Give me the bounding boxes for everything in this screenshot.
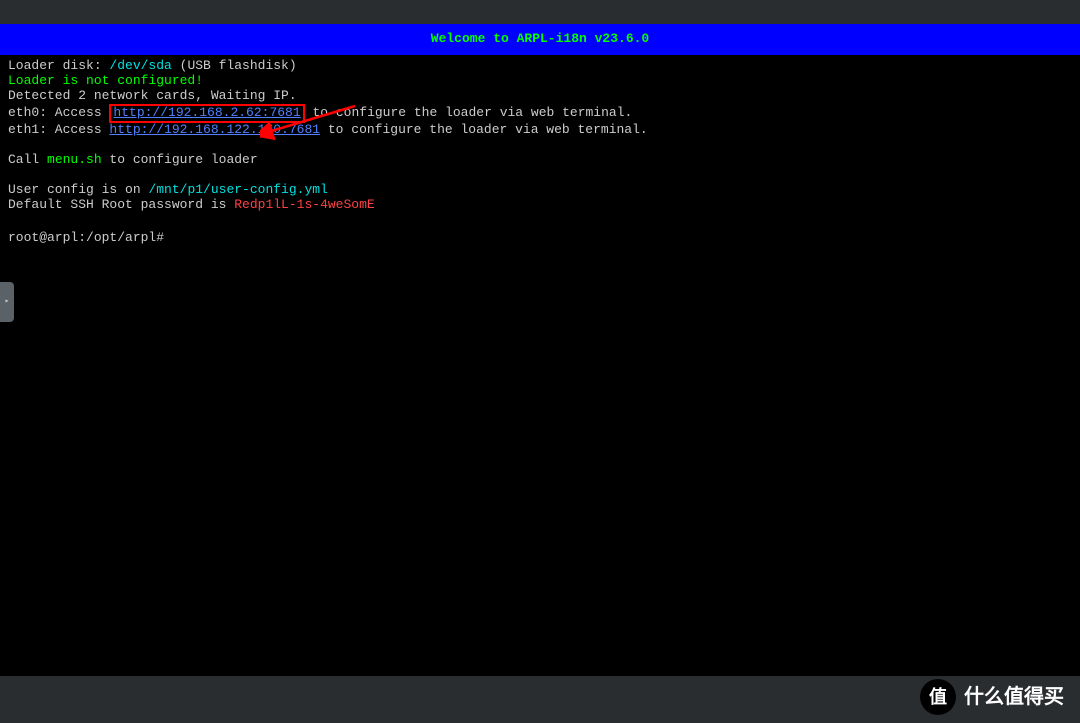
prompt-line[interactable]: root@arpl:/opt/arpl# (8, 228, 1072, 246)
config-path: /mnt/p1/user-config.yml (148, 182, 327, 197)
ssh-password: Redp1lL-1s-4weSomE (234, 197, 374, 212)
highlighted-url-box: http://192.168.2.62:7681 (109, 104, 304, 123)
cursor (172, 228, 179, 241)
eth0-url-link[interactable]: http://192.168.2.62:7681 (113, 105, 300, 120)
watermark: 值 什么值得买 (920, 679, 1064, 715)
welcome-banner: Welcome to ARPL-i18n v23.6.0 (0, 24, 1080, 55)
blank-line-3 (8, 213, 1072, 228)
banner-text: Welcome to ARPL-i18n v23.6.0 (431, 31, 649, 46)
ssh-password-line: Default SSH Root password is Redp1lL-1s-… (8, 198, 1072, 213)
not-configured-line: Loader is not configured! (8, 74, 1072, 89)
eth1-line: eth1: Access http://192.168.122.160:7681… (8, 123, 1072, 138)
eth0-line: eth0: Access http://192.168.2.62:7681 to… (8, 104, 1072, 123)
side-panel-toggle[interactable] (0, 282, 14, 322)
shell-prompt: root@arpl:/opt/arpl# (8, 230, 164, 245)
terminal-window[interactable]: Welcome to ARPL-i18n v23.6.0 Loader disk… (0, 24, 1080, 676)
blank-line-1 (8, 138, 1072, 153)
eth1-url-link[interactable]: http://192.168.122.160:7681 (109, 122, 320, 137)
loader-disk-line: Loader disk: /dev/sda (USB flashdisk) (8, 59, 1072, 74)
window-bottom-bar (0, 676, 1080, 723)
watermark-text: 什么值得买 (964, 686, 1064, 709)
blank-line-2 (8, 168, 1072, 183)
detected-line: Detected 2 network cards, Waiting IP. (8, 89, 1072, 104)
menu-cmd: menu.sh (47, 152, 102, 167)
disk-path: /dev/sda (109, 58, 171, 73)
user-config-line: User config is on /mnt/p1/user-config.ym… (8, 183, 1072, 198)
window-top-bar (0, 0, 1080, 24)
terminal-output: Loader disk: /dev/sda (USB flashdisk) Lo… (0, 55, 1080, 250)
watermark-badge-icon: 值 (920, 679, 956, 715)
call-menu-line: Call menu.sh to configure loader (8, 153, 1072, 168)
